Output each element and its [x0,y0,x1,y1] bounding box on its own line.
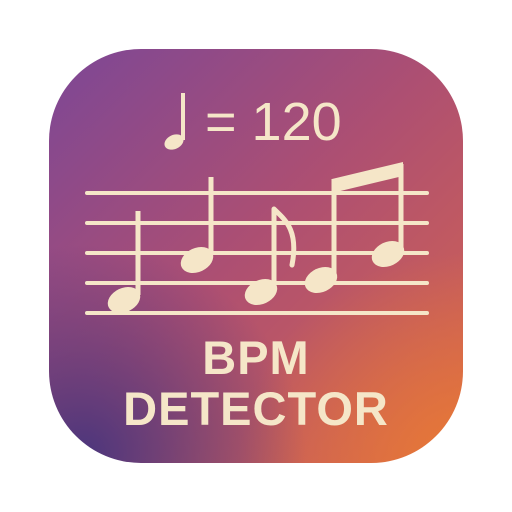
music-note-icon [107,211,141,314]
beamed-notes-icon [304,162,405,294]
quarter-note-icon [164,93,185,150]
bpm-detector-app-icon[interactable]: = 120 BPM DETECTOR [49,49,463,463]
app-title-line-2: DETECTOR [123,382,389,435]
tempo-value: = 120 [205,92,342,152]
app-title-line-1: BPM [202,331,310,384]
